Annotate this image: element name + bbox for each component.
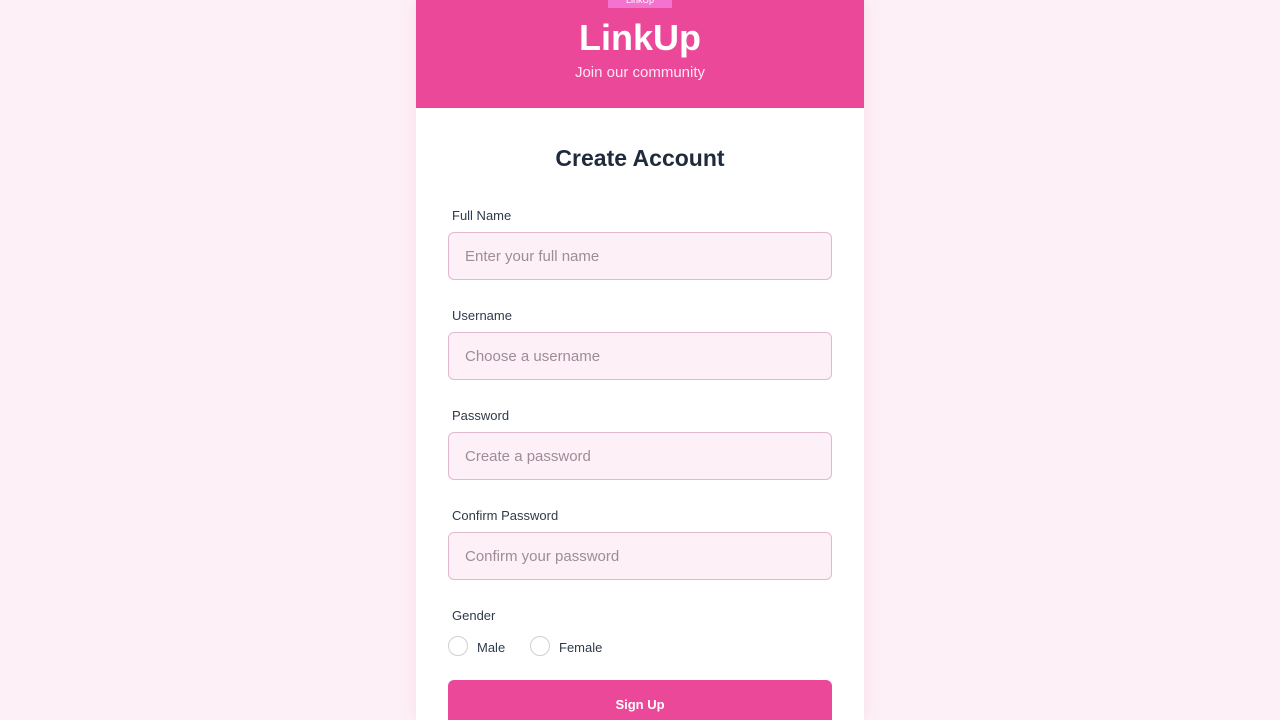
form-title: Create Account (555, 145, 725, 171)
card-header: LinkUp LinkUp Join our community (416, 0, 864, 108)
gender-label: Gender (452, 608, 496, 623)
brand-title: LinkUp (579, 17, 701, 58)
password-label: Password (452, 408, 510, 423)
gender-option-male[interactable]: Male (448, 636, 505, 656)
confirm-password-label: Confirm Password (452, 508, 559, 523)
sign-up-button[interactable]: Sign Up (448, 680, 832, 720)
gender-option-label: Male (477, 640, 506, 655)
radio-button-female[interactable] (530, 636, 550, 656)
password-input[interactable] (448, 432, 832, 480)
gender-option-female[interactable]: Female (530, 636, 602, 656)
radio-button-male[interactable] (448, 636, 468, 656)
full-name-label: Full Name (452, 208, 512, 223)
logo-badge: LinkUp (608, 0, 672, 8)
confirm-password-input[interactable] (448, 532, 832, 580)
gender-option-label: Female (559, 640, 603, 655)
username-label: Username (452, 308, 512, 323)
brand-tagline: Join our community (574, 64, 706, 81)
username-input[interactable] (448, 332, 832, 380)
signup-card: LinkUp LinkUp Join our community Create … (416, 0, 864, 720)
full-name-input[interactable] (448, 232, 832, 280)
